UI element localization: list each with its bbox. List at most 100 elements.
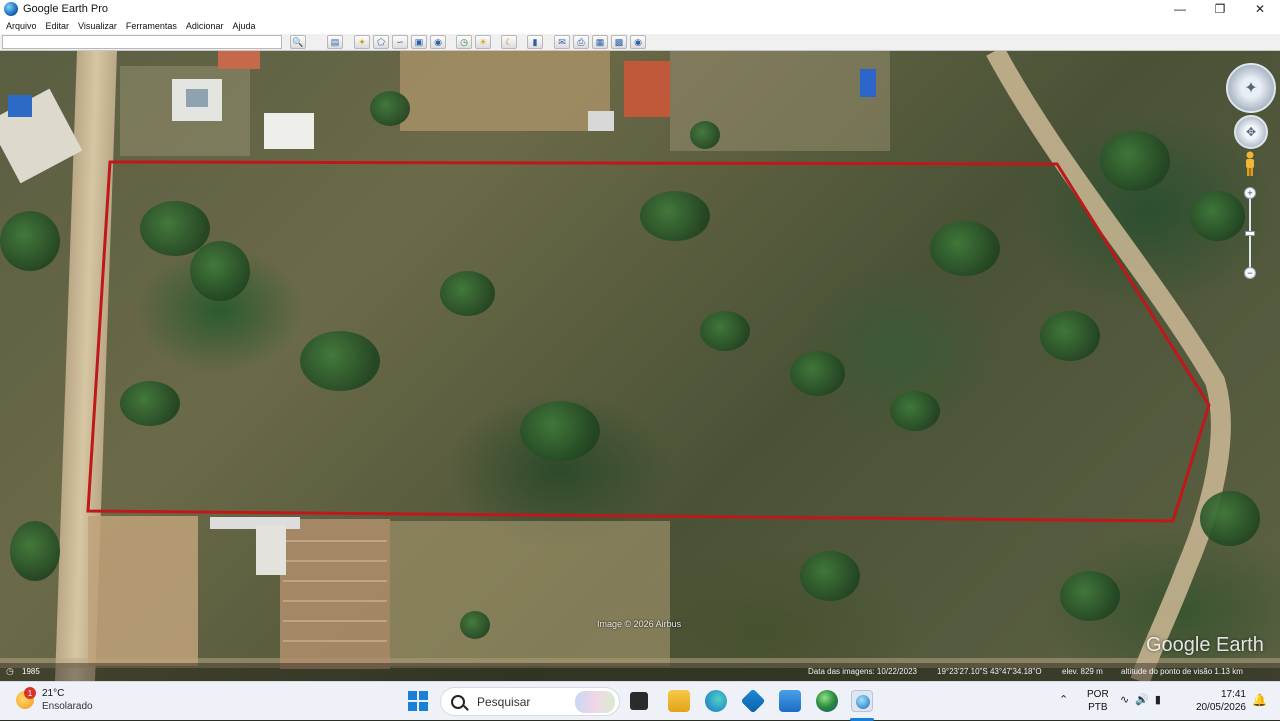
tree-canopy (640, 191, 710, 241)
google-earth-pro-icon[interactable] (851, 690, 873, 712)
zoom-thumb[interactable] (1245, 231, 1255, 236)
tree-canopy (790, 351, 845, 396)
menu-ajuda[interactable]: Ajuda (232, 21, 255, 31)
planets-button[interactable]: ☾ (501, 35, 517, 49)
title-bar: Google Earth Pro — ❐ ✕ (0, 0, 1280, 18)
notification-bell-icon[interactable]: 🔔 (1252, 693, 1267, 707)
zoom-slider[interactable]: + − (1244, 187, 1256, 279)
folder-icon[interactable] (668, 690, 690, 712)
plus-icon: + (1247, 187, 1253, 198)
imagery-attribution: Image © 2026 Airbus (597, 619, 682, 629)
search-highlight-icon (575, 691, 615, 713)
taskbar-search[interactable]: Pesquisar (440, 687, 620, 716)
tree-canopy (930, 221, 1000, 276)
historical-imagery-button[interactable]: ◷ (456, 35, 472, 49)
weather-widget[interactable]: 1 21°C Ensolarado (16, 687, 93, 713)
status-bar: ◷ 1985 Data das imagens: 10/22/2023 19°2… (0, 663, 1280, 681)
tree-canopy (300, 331, 380, 391)
minus-icon: − (1247, 267, 1253, 278)
tree-canopy (0, 211, 60, 271)
tree-canopy (700, 311, 750, 351)
zoom-out-button[interactable]: − (1244, 267, 1256, 279)
historical-imagery-status-icon: ◷ (6, 666, 14, 676)
menu-visualizar[interactable]: Visualizar (78, 21, 117, 31)
google-earth-icon[interactable] (816, 690, 838, 712)
weather-badge: 1 (24, 687, 36, 699)
ruler-icon: ▮ (532, 36, 538, 47)
weather-description: Ensolarado (42, 701, 93, 712)
tray-overflow-chevron-icon[interactable]: ⌃ (1059, 693, 1068, 706)
view-in-maps-button[interactable]: ▩ (611, 35, 627, 49)
google-earth-pro-globe-icon (856, 695, 870, 709)
earth-icon: ◉ (634, 36, 642, 47)
save-image-icon: ▦ (595, 36, 605, 47)
windows-logo-icon (408, 691, 417, 700)
add-polygon-button[interactable]: ⬠ (373, 35, 389, 49)
close-button[interactable]: ✕ (1240, 0, 1280, 18)
tree-canopy (890, 391, 940, 431)
email-button[interactable]: ✉ (554, 35, 570, 49)
maximize-button[interactable]: ❐ (1200, 0, 1240, 18)
minimize-button[interactable]: — (1160, 0, 1200, 18)
add-placemark-button[interactable]: ✦ (354, 35, 370, 49)
search-input[interactable] (2, 35, 282, 49)
toolbar: 🔍 ▤ ✦ ⬠ ∽ ▣ ◉ ◷ ☀ ☾ ▮ ✉ ⎙ ▦ ▩ ◉ (0, 34, 1280, 51)
save-image-button[interactable]: ▦ (592, 35, 608, 49)
tree-canopy (1190, 191, 1245, 241)
menu-bar: Arquivo Editar Visualizar Ferramentas Ad… (0, 18, 1280, 34)
google-earth-app-icon (4, 2, 18, 16)
menu-arquivo[interactable]: Arquivo (6, 21, 37, 31)
tree-canopy (690, 121, 720, 149)
cursor-coordinates: 19°23'27.10"S 43°47'34.18"O (937, 667, 1042, 676)
tree-canopy (370, 91, 410, 126)
tree-canopy (800, 551, 860, 601)
add-path-button[interactable]: ∽ (392, 35, 408, 49)
minimize-icon: — (1174, 2, 1186, 16)
tree-canopy (1100, 131, 1170, 191)
language-code: POR (1087, 689, 1109, 700)
volume-icon[interactable]: 🔊 (1135, 693, 1149, 706)
keyboard-layout: PTB (1088, 702, 1108, 713)
menu-adicionar[interactable]: Adicionar (186, 21, 224, 31)
tree-canopy (1200, 491, 1260, 546)
wifi-icon[interactable]: ∿ (1120, 693, 1129, 706)
map-view[interactable]: Image © 2026 Airbus Google Earth ◷ 1985 … (0, 51, 1280, 681)
record-tour-icon: ◉ (434, 36, 442, 47)
print-button[interactable]: ⎙ (573, 35, 589, 49)
sunlight-button[interactable]: ☀ (475, 35, 491, 49)
ruler-button[interactable]: ▮ (527, 35, 543, 49)
placemark-icon: ✦ (358, 36, 366, 47)
start-button[interactable] (408, 691, 428, 711)
pegman-icon[interactable] (1243, 151, 1257, 177)
tree-canopy (460, 611, 490, 639)
language-indicator[interactable]: POR PTB (1087, 688, 1109, 714)
mail-icon[interactable] (779, 690, 801, 712)
clock[interactable]: 17:41 20/05/2026 (1192, 688, 1246, 714)
menu-editar[interactable]: Editar (46, 21, 70, 31)
search-icon (451, 694, 465, 709)
battery-icon[interactable]: ▮ (1155, 693, 1161, 706)
file-explorer-icon[interactable] (630, 692, 648, 710)
image-overlay-button[interactable]: ▣ (411, 35, 427, 49)
search-button[interactable]: 🔍 (290, 35, 306, 49)
edge-icon[interactable] (705, 690, 727, 712)
image-date: Data das imagens: 10/22/2023 (808, 667, 917, 676)
tree-canopy (10, 521, 60, 581)
sidebar-toggle-button[interactable]: ▤ (327, 35, 343, 49)
eye-altitude-readout: altitude do ponto de visão 1.13 km (1121, 667, 1243, 676)
move-control[interactable]: ✥ (1234, 115, 1268, 149)
path-icon: ∽ (396, 36, 404, 47)
store-icon[interactable] (740, 688, 766, 714)
tree-canopy (1040, 311, 1100, 361)
email-icon: ✉ (558, 36, 566, 47)
menu-ferramentas[interactable]: Ferramentas (126, 21, 177, 31)
maximize-icon: ❐ (1214, 2, 1226, 16)
record-tour-button[interactable]: ◉ (430, 35, 446, 49)
look-around-control[interactable]: ✦ (1226, 63, 1276, 113)
zoom-in-button[interactable]: + (1244, 187, 1256, 199)
pan-arrows-icon: ✥ (1245, 125, 1257, 139)
historical-imagery-icon: ◷ (460, 36, 468, 47)
weather-sun-icon: 1 (16, 687, 36, 709)
polygon-icon: ⬠ (377, 36, 385, 47)
earth-button[interactable]: ◉ (630, 35, 646, 49)
